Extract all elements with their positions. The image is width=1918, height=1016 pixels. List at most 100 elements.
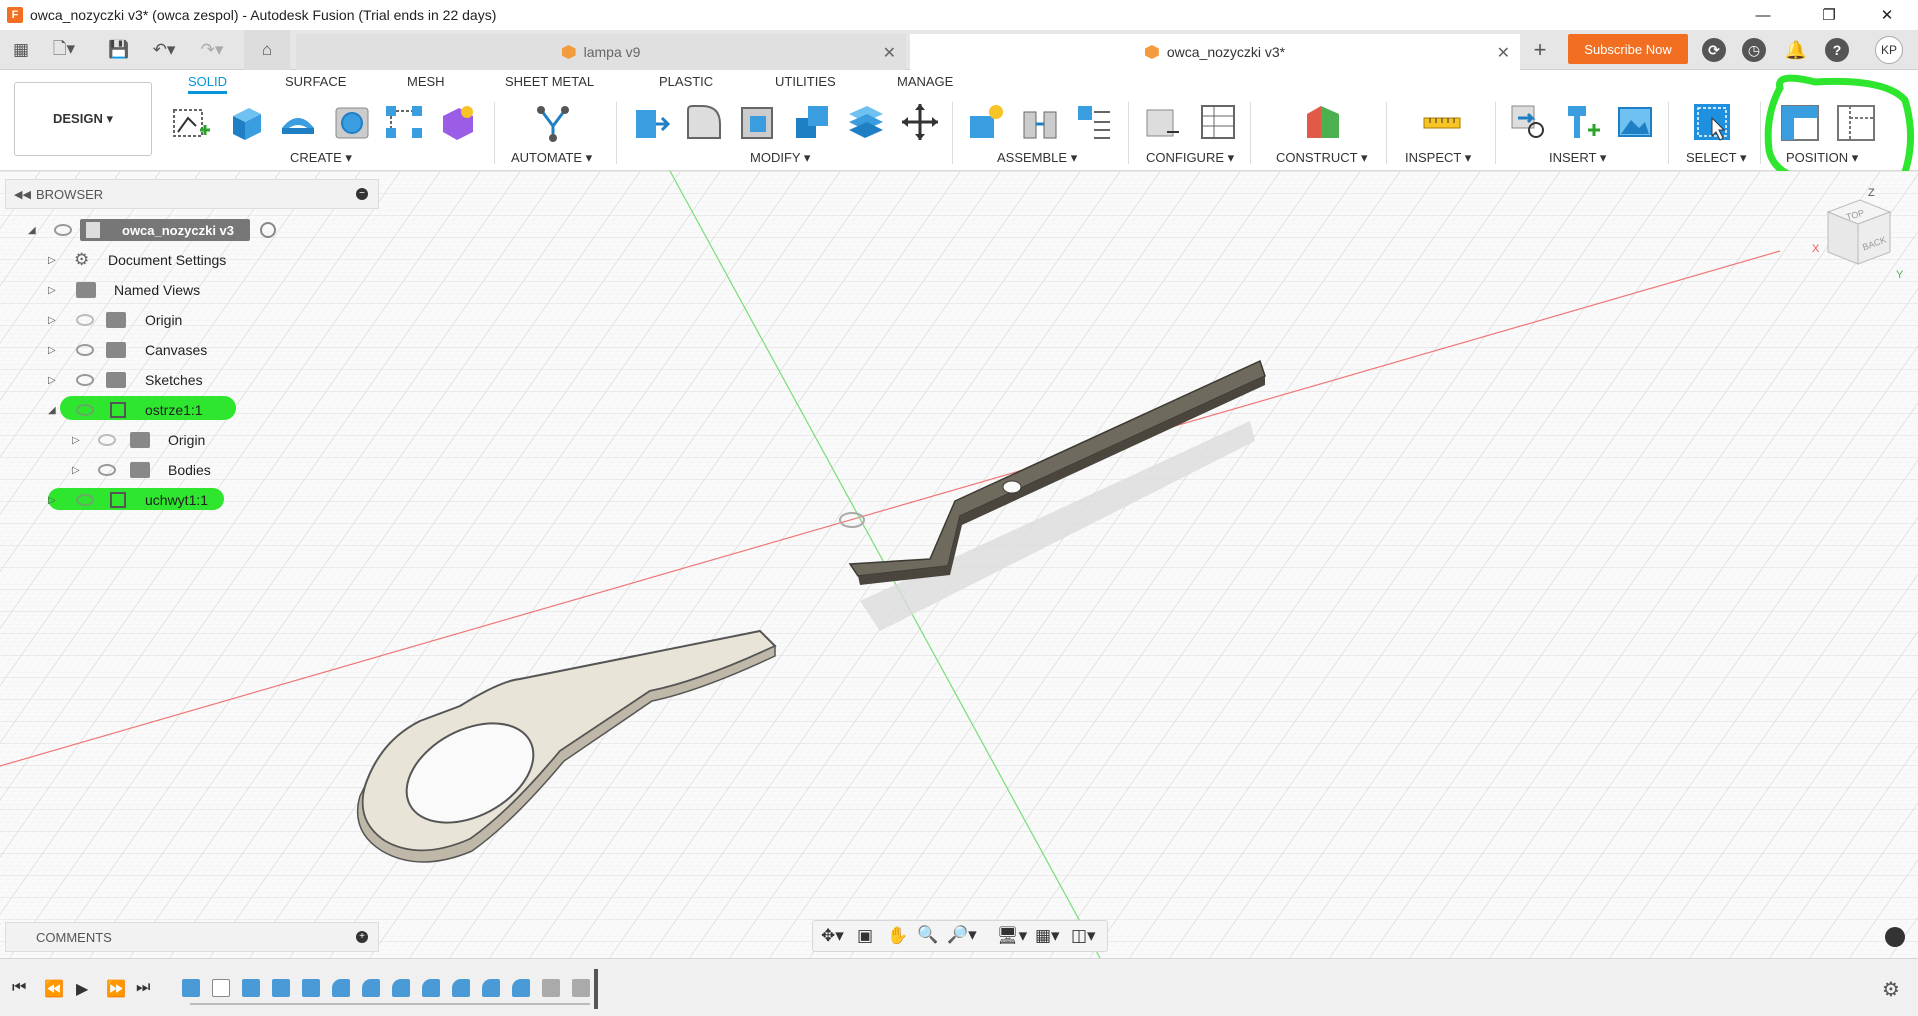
zoom-icon[interactable]: 🔍 (917, 925, 938, 945)
pattern-icon[interactable] (384, 102, 424, 142)
grid-settings-icon[interactable]: ▦▾ (1035, 926, 1060, 946)
offset-plane-icon[interactable] (1303, 102, 1343, 142)
new-component-icon[interactable] (966, 102, 1006, 142)
measure-icon[interactable] (1422, 102, 1462, 142)
new-tab-icon[interactable]: + (1524, 30, 1556, 70)
3d-viewport[interactable] (0, 171, 1918, 958)
timeline-feature[interactable] (182, 979, 200, 997)
redo-icon[interactable]: ↷▾ (192, 30, 232, 70)
select-icon[interactable] (1692, 102, 1732, 142)
close-icon[interactable]: ✕ (1864, 0, 1910, 30)
timeline-marker[interactable] (594, 969, 598, 1009)
job-status-icon[interactable]: ◷ (1742, 38, 1766, 62)
timeline-feature[interactable] (452, 979, 470, 997)
tab-mesh[interactable]: MESH (407, 74, 445, 89)
shell-icon[interactable] (738, 102, 778, 142)
extensions-icon[interactable]: ⟳ (1702, 38, 1726, 62)
tab-sheet-metal[interactable]: SHEET METAL (505, 74, 594, 89)
hole-icon[interactable] (332, 102, 372, 142)
configuration-table-icon[interactable] (1198, 102, 1238, 142)
combine-icon[interactable] (792, 102, 832, 142)
construct-menu[interactable]: CONSTRUCT ▾ (1276, 150, 1368, 166)
tab-lampa[interactable]: lampa v9 ✕ (296, 34, 906, 70)
timeline-feature[interactable] (242, 979, 260, 997)
browser-item-ostrze[interactable]: ◢ ostrze1:1 (24, 397, 264, 423)
timeline-feature[interactable] (302, 979, 320, 997)
tab-manage[interactable]: MANAGE (897, 74, 953, 89)
file-menu-icon[interactable]: 🗋▾ (44, 30, 84, 70)
insert-canvas-icon[interactable] (1615, 102, 1655, 142)
insert-menu[interactable]: INSERT ▾ (1549, 150, 1606, 166)
timeline-feature[interactable] (272, 979, 290, 997)
orbit-icon[interactable]: ✥▾ (821, 926, 844, 946)
timeline-settings-gear-icon[interactable]: ⚙ (1882, 977, 1900, 1002)
visibility-eye-icon[interactable] (76, 404, 94, 416)
tab-utilities[interactable]: UTILITIES (775, 74, 836, 89)
step-forward-icon[interactable]: ⏩ (106, 979, 126, 999)
inspect-menu[interactable]: INSPECT ▾ (1405, 150, 1471, 166)
visibility-eye-icon[interactable] (76, 374, 94, 386)
browser-item-sketches[interactable]: ▷ Sketches (24, 367, 264, 393)
viewcube[interactable]: TOP BACK X Z Y (1810, 182, 1910, 282)
notifications-bell-icon[interactable]: 🔔 (1784, 38, 1808, 62)
joint-icon[interactable] (1020, 102, 1060, 142)
comments-panel[interactable]: COMMENTS + (5, 922, 379, 952)
pan-hand-icon[interactable]: ✋ (887, 926, 908, 946)
visibility-eye-icon[interactable] (76, 494, 94, 506)
timeline-feature[interactable] (482, 979, 500, 997)
timeline-feature[interactable] (422, 979, 440, 997)
press-pull-icon[interactable] (630, 102, 670, 142)
save-icon[interactable]: 💾 (104, 30, 134, 70)
browser-item-named-views[interactable]: ▷ Named Views (24, 277, 264, 303)
look-at-icon[interactable]: ▣ (857, 926, 873, 946)
timeline-feature[interactable] (392, 979, 410, 997)
restore-icon[interactable]: ❐ (1806, 0, 1852, 30)
hidden-eye-icon[interactable] (76, 314, 94, 326)
insert-derive-icon[interactable] (1508, 102, 1548, 142)
bill-of-materials-icon[interactable] (1074, 102, 1114, 142)
minimize-icon[interactable]: — (1740, 0, 1786, 30)
browser-item-canvases[interactable]: ▷ Canvases (24, 337, 264, 363)
modify-menu[interactable]: MODIFY ▾ (750, 150, 810, 166)
configure-menu[interactable]: CONFIGURE ▾ (1146, 150, 1234, 166)
select-menu[interactable]: SELECT ▾ (1686, 150, 1746, 166)
visibility-eye-icon[interactable] (98, 464, 116, 476)
go-to-end-icon[interactable]: ⏭ (136, 979, 150, 997)
fit-zoom-icon[interactable]: 🔎▾ (947, 925, 977, 945)
create-sketch-icon[interactable] (170, 102, 210, 142)
tab-owca[interactable]: owca_nozyczki v3* ✕ (910, 34, 1520, 70)
workspace-switcher[interactable]: DESIGN ▾ (14, 82, 152, 156)
display-settings-icon[interactable]: 🖥▾ (997, 926, 1027, 946)
visibility-eye-icon[interactable] (54, 224, 72, 236)
replace-face-icon[interactable] (845, 102, 885, 142)
create-form-icon[interactable] (437, 102, 477, 142)
timeline-feature[interactable] (572, 979, 590, 997)
play-icon[interactable]: ▶ (76, 979, 88, 999)
data-panel-grid-icon[interactable]: ▦ (6, 30, 36, 70)
timeline-feature[interactable] (542, 979, 560, 997)
insert-mcmaster-icon[interactable] (1562, 102, 1602, 142)
extrude-icon[interactable] (225, 102, 265, 142)
automate-menu[interactable]: AUTOMATE ▾ (511, 150, 592, 166)
browser-item-origin-sub[interactable]: ▷ Origin (24, 427, 264, 453)
close-tab-icon[interactable]: ✕ (883, 43, 896, 63)
step-back-icon[interactable]: ⏪ (44, 979, 64, 999)
viewports-icon[interactable]: ◫▾ (1071, 926, 1096, 946)
browser-item-uchwyt[interactable]: ▷ uchwyt1:1 (24, 487, 264, 513)
go-to-start-icon[interactable]: ⏮ (12, 979, 26, 997)
tab-surface[interactable]: SURFACE (285, 74, 346, 89)
browser-item-origin[interactable]: ▷ Origin (24, 307, 264, 333)
add-comment-icon[interactable]: + (356, 931, 368, 943)
timeline-feature[interactable] (332, 979, 350, 997)
move-copy-icon[interactable] (900, 102, 940, 142)
help-icon[interactable]: ? (1825, 38, 1849, 62)
timeline-feature[interactable] (212, 979, 230, 997)
create-menu[interactable]: CREATE ▾ (290, 150, 352, 166)
fillet-icon[interactable] (684, 102, 724, 142)
assemble-menu[interactable]: ASSEMBLE ▾ (997, 150, 1077, 166)
browser-minus-icon[interactable]: − (356, 188, 368, 200)
visibility-eye-icon[interactable] (76, 344, 94, 356)
tab-plastic[interactable]: PLASTIC (659, 74, 713, 89)
collapse-panel-icon[interactable]: ◀◀ (14, 188, 31, 201)
browser-panel-header[interactable]: ◀◀ BROWSER − (5, 179, 379, 209)
